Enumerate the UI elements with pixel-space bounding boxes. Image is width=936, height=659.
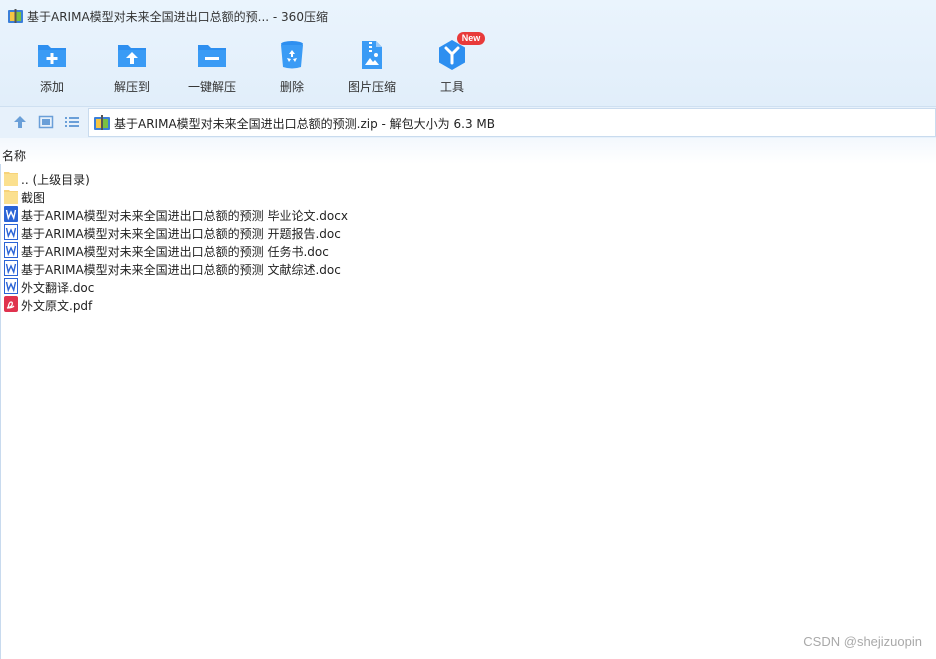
image-compress-label: 图片压缩 <box>347 80 396 94</box>
image-compress-icon <box>362 41 382 69</box>
word-doc-icon <box>4 242 18 258</box>
list-item[interactable]: 基于ARIMA模型对未来全国进出口总额的预测 任务书.doc <box>0 241 936 259</box>
list-item[interactable]: 外文原文.pdf <box>0 295 936 313</box>
file-name: 截图 <box>21 191 46 205</box>
file-name: .. (上级目录) <box>21 173 90 187</box>
window-title: 基于ARIMA模型对未来全国进出口总额的预... - 360压缩 <box>27 10 328 24</box>
tools-label: 工具 <box>439 80 464 94</box>
zip-archive-icon <box>94 115 110 130</box>
file-name: 基于ARIMA模型对未来全国进出口总额的预测 文献综述.doc <box>21 263 341 277</box>
file-list: .. (上级目录) 截图 基于ARIMA模型对未来全国进出口总额的预测 毕业论文… <box>0 169 936 313</box>
pdf-icon <box>4 296 18 312</box>
list-item[interactable]: 基于ARIMA模型对未来全国进出口总额的预测 文献综述.doc <box>0 259 936 277</box>
list-item[interactable]: 基于ARIMA模型对未来全国进出口总额的预测 开题报告.doc <box>0 223 936 241</box>
list-item[interactable]: .. (上级目录) <box>0 169 936 187</box>
list-item[interactable]: 基于ARIMA模型对未来全国进出口总额的预测 毕业论文.docx <box>0 205 936 223</box>
add-button[interactable]: 添加 <box>12 36 92 98</box>
word-doc-icon <box>4 260 18 276</box>
delete-button[interactable]: 删除 <box>252 36 332 98</box>
list-item[interactable]: 截图 <box>0 187 936 205</box>
list-item[interactable]: 外文翻译.doc <box>0 277 936 295</box>
title-bar: 基于ARIMA模型对未来全国进出口总额的预... - 360压缩 <box>0 0 936 32</box>
folder-icon <box>4 190 18 204</box>
one-click-extract-button[interactable]: 一键解压 <box>172 36 252 98</box>
word-doc-icon <box>4 278 18 294</box>
tools-button[interactable]: New 工具 <box>412 32 492 98</box>
watermark: CSDN @shejizuopin <box>803 634 922 649</box>
one-click-extract-label: 一键解压 <box>187 80 236 94</box>
list-view-icon[interactable] <box>64 114 80 130</box>
up-arrow-icon[interactable] <box>12 114 28 130</box>
column-header-name[interactable]: 名称 <box>0 138 936 164</box>
recycle-bin-icon <box>281 41 303 69</box>
address-field[interactable]: 基于ARIMA模型对未来全国进出口总额的预测.zip - 解包大小为 6.3 M… <box>88 108 936 137</box>
folder-icon <box>4 172 18 186</box>
extract-to-label: 解压到 <box>113 80 150 94</box>
top-panel: 基于ARIMA模型对未来全国进出口总额的预... - 360压缩 添加 解压到 <box>0 0 936 106</box>
extract-to-button[interactable]: 解压到 <box>92 36 172 98</box>
word-docx-icon <box>4 206 18 222</box>
archive-app-icon <box>8 9 23 23</box>
file-name: 基于ARIMA模型对未来全国进出口总额的预测 毕业论文.docx <box>21 209 348 223</box>
thumbnail-view-icon[interactable] <box>38 114 54 130</box>
file-name: 基于ARIMA模型对未来全国进出口总额的预测 开题报告.doc <box>21 227 341 241</box>
file-name: 外文原文.pdf <box>21 299 93 313</box>
address-text: 基于ARIMA模型对未来全国进出口总额的预测.zip - 解包大小为 6.3 M… <box>114 117 495 131</box>
address-bar: 基于ARIMA模型对未来全国进出口总额的预测.zip - 解包大小为 6.3 M… <box>0 106 936 138</box>
file-name: 外文翻译.doc <box>21 281 95 295</box>
add-folder-icon <box>38 45 66 67</box>
delete-label: 删除 <box>279 80 304 94</box>
add-button-label: 添加 <box>39 80 64 94</box>
column-name-label: 名称 <box>2 149 27 163</box>
toolbar: 添加 解压到 一键解压 删除 图片压缩 New 工具 <box>0 32 936 100</box>
new-badge: New <box>457 32 485 45</box>
one-click-extract-icon <box>198 45 226 67</box>
word-doc-icon <box>4 224 18 240</box>
extract-to-icon <box>118 45 146 67</box>
image-compress-button[interactable]: 图片压缩 <box>332 36 412 98</box>
file-name: 基于ARIMA模型对未来全国进出口总额的预测 任务书.doc <box>21 245 329 259</box>
